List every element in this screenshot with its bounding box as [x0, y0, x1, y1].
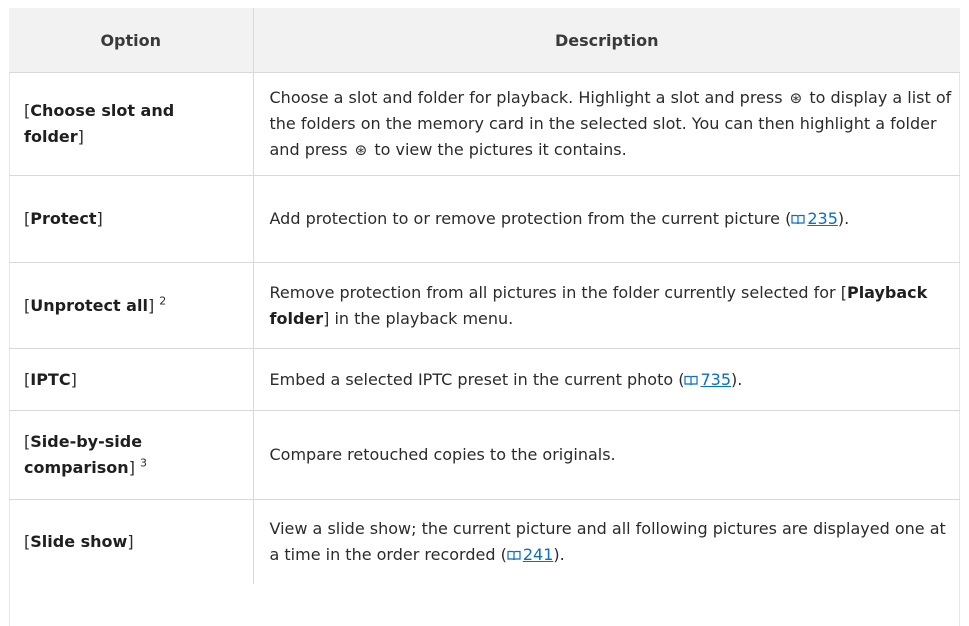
description-cell: Embed a selected IPTC preset in the curr…	[253, 348, 960, 411]
table-row: [Unprotect all] 2 Remove protection from…	[9, 262, 960, 349]
description-cell: Remove protection from all pictures in t…	[253, 262, 960, 349]
option-name: IPTC	[30, 369, 71, 389]
option-name: Choose slot and folder	[24, 101, 175, 146]
page-ref-link[interactable]: 735	[684, 370, 731, 389]
option-cell: [Choose slot and folder]	[9, 72, 254, 176]
page-ref-link[interactable]: 235	[791, 209, 838, 228]
options-table: Option Description [Choose slot and fold…	[9, 8, 960, 584]
option-cell: [Side-by-side comparison] 3	[9, 410, 254, 500]
header-option: Option	[9, 8, 254, 73]
description-cell: View a slide show; the current picture a…	[253, 499, 960, 584]
page-ref-link[interactable]: 241	[507, 545, 553, 564]
footnote-marker: 3	[140, 456, 148, 470]
header-description: Description	[253, 8, 960, 73]
description-cell: Compare retouched copies to the original…	[253, 410, 960, 500]
option-cell: [Unprotect all] 2	[9, 262, 254, 349]
description-cell: Add protection to or remove protection f…	[253, 175, 960, 263]
option-name: Slide show	[30, 531, 128, 551]
book-icon	[791, 214, 805, 225]
table-row: [Protect] Add protection to or remove pr…	[9, 175, 960, 263]
option-name: Protect	[30, 209, 97, 228]
option-cell: [Protect]	[9, 175, 254, 263]
book-icon	[684, 375, 699, 385]
table-row: [Choose slot and folder] Choose a slot a…	[9, 72, 960, 176]
description-cell: Choose a slot and folder for playback. H…	[253, 72, 960, 176]
ok-button-icon: ⊛	[354, 141, 368, 159]
table-row: [IPTC] Embed a selected IPTC preset in t…	[9, 348, 960, 411]
table-row: [Slide show] View a slide show; the curr…	[9, 499, 960, 584]
option-cell: [IPTC]	[9, 348, 254, 411]
book-icon	[507, 550, 521, 560]
option-cell: [Slide show]	[9, 499, 254, 584]
table-header-row: Option Description	[9, 8, 960, 73]
multi-selector-right-icon: ⊛	[789, 89, 803, 107]
option-name: Unprotect all	[30, 295, 148, 315]
table-row: [Side-by-side comparison] 3 Compare reto…	[9, 410, 960, 500]
option-name: Side-by-side comparison	[24, 432, 143, 477]
footnote-marker: 2	[159, 294, 167, 308]
